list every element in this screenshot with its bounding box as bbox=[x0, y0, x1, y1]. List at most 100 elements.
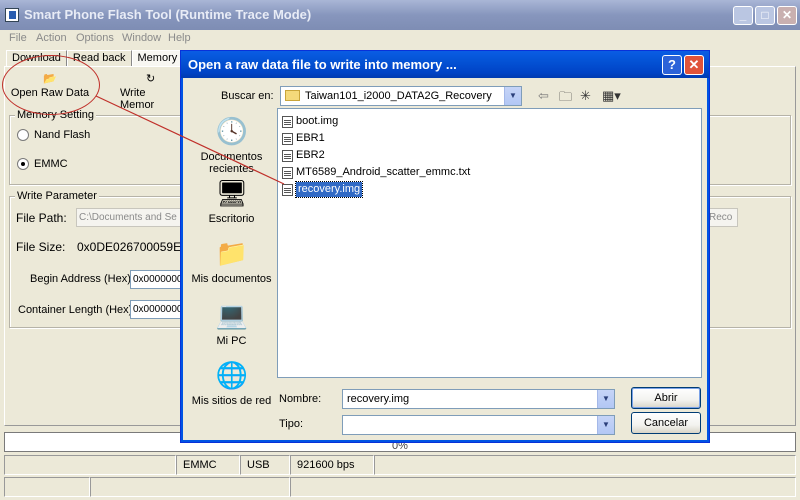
new-folder-icon[interactable]: ✳ bbox=[580, 88, 591, 104]
view-menu-icon[interactable]: ▦▾ bbox=[602, 88, 621, 104]
place-label: Mi PC bbox=[216, 335, 247, 347]
filetype-label: Tipo: bbox=[279, 418, 304, 430]
radio-indicator bbox=[17, 129, 29, 141]
up-folder-icon[interactable]: 🗀 bbox=[559, 88, 572, 110]
file-icon bbox=[282, 166, 293, 179]
tab-download[interactable]: Download bbox=[6, 50, 67, 66]
status-cell bbox=[290, 477, 796, 497]
status-bar: EMMC USB 921600 bps bbox=[4, 455, 796, 475]
status-bar-secondary bbox=[4, 477, 796, 497]
chevron-down-icon: ▼ bbox=[504, 87, 521, 105]
cancel-button[interactable]: Cancelar bbox=[631, 412, 701, 434]
container-length-input[interactable]: 0x0000000 bbox=[130, 300, 186, 319]
look-in-label: Buscar en: bbox=[221, 90, 274, 102]
app-icon bbox=[5, 8, 19, 22]
write-memory-button[interactable]: ↻ Write Memor bbox=[120, 72, 182, 111]
file-path-field[interactable]: C:\Documents and Se bbox=[76, 208, 186, 227]
tab-read-back[interactable]: Read back bbox=[66, 50, 132, 66]
place-label: Mis sitios de red bbox=[191, 395, 272, 407]
network-places-icon: 🌐 bbox=[215, 360, 248, 390]
file-name: boot.img bbox=[296, 115, 339, 127]
back-arrow-icon[interactable]: ⇦ bbox=[538, 88, 549, 104]
place-my-documents[interactable]: 📁 Mis documentos bbox=[188, 237, 275, 285]
list-item-selected[interactable]: recovery.img bbox=[282, 181, 364, 198]
status-cell bbox=[90, 477, 290, 497]
file-list[interactable]: boot.img EBR1 EBR2 MT6589_Android_scatte… bbox=[277, 108, 702, 378]
place-label: Mis documentos bbox=[191, 273, 272, 285]
maximize-button[interactable]: □ bbox=[755, 6, 775, 25]
begin-address-input[interactable]: 0x0000000 bbox=[130, 270, 186, 289]
app-title: Smart Phone Flash Tool (Runtime Trace Mo… bbox=[24, 7, 312, 22]
file-name: recovery.img bbox=[294, 181, 364, 198]
my-computer-icon: 💻 bbox=[215, 300, 248, 330]
status-port: USB bbox=[240, 455, 290, 475]
file-name: EBR1 bbox=[296, 132, 325, 144]
place-network[interactable]: 🌐 Mis sitios de red bbox=[188, 359, 275, 407]
status-baud: 921600 bps bbox=[290, 455, 374, 475]
list-item[interactable]: boot.img bbox=[282, 114, 338, 129]
recent-documents-icon: 🕓 bbox=[215, 116, 248, 146]
file-size-value: 0x0DE026700059E bbox=[77, 240, 182, 254]
main-title-bar: Smart Phone Flash Tool (Runtime Trace Mo… bbox=[0, 0, 800, 30]
menu-window[interactable]: Window bbox=[122, 32, 161, 44]
file-path-field-tail: Reco bbox=[706, 208, 738, 227]
memory-setting-label: Memory Setting bbox=[15, 109, 97, 121]
file-icon bbox=[282, 183, 293, 196]
close-button[interactable]: ✕ bbox=[777, 6, 797, 25]
status-cell bbox=[374, 455, 796, 475]
menu-file[interactable]: File bbox=[9, 32, 27, 44]
status-cell bbox=[4, 455, 176, 475]
nand-flash-radio[interactable]: Nand Flash bbox=[17, 129, 90, 141]
emmc-label: EMMC bbox=[34, 158, 68, 170]
file-icon bbox=[282, 115, 293, 128]
minimize-button[interactable]: _ bbox=[733, 6, 753, 25]
open-raw-data-label: Open Raw Data bbox=[10, 87, 90, 99]
tab-strip: Download Read back Memory Te bbox=[6, 50, 198, 66]
chevron-down-icon: ▼ bbox=[597, 416, 614, 434]
dialog-close-button[interactable]: ✕ bbox=[684, 55, 704, 75]
container-length-label: Container Length (Hex) : bbox=[18, 304, 139, 316]
file-size-label: File Size: bbox=[16, 240, 66, 254]
menu-bar: File Action Options Window Help bbox=[0, 30, 800, 47]
place-my-computer[interactable]: 💻 Mi PC bbox=[188, 299, 275, 347]
open-folder-icon: 📂 bbox=[43, 73, 57, 85]
file-name: EBR2 bbox=[296, 149, 325, 161]
dialog-title-bar: Open a raw data file to write into memor… bbox=[181, 51, 709, 78]
write-parameter-label: Write Parameter bbox=[15, 190, 99, 202]
folder-icon bbox=[285, 90, 300, 101]
file-path-label: File Path: bbox=[16, 211, 67, 225]
filename-input[interactable]: recovery.img ▼ bbox=[342, 389, 615, 409]
file-icon bbox=[282, 149, 293, 162]
place-recent-documents[interactable]: 🕓 Documentos recientes bbox=[188, 115, 275, 175]
filename-label: Nombre: bbox=[279, 393, 322, 405]
open-file-dialog: Open a raw data file to write into memor… bbox=[180, 50, 710, 443]
my-documents-icon: 📁 bbox=[215, 238, 248, 268]
emmc-radio[interactable]: EMMC bbox=[17, 158, 68, 170]
file-name: MT6589_Android_scatter_emmc.txt bbox=[296, 166, 471, 178]
menu-help[interactable]: Help bbox=[168, 32, 191, 44]
list-item[interactable]: EBR2 bbox=[282, 148, 325, 163]
list-item[interactable]: MT6589_Android_scatter_emmc.txt bbox=[282, 165, 470, 180]
place-label: Escritorio bbox=[208, 213, 255, 225]
places-bar: 🕓 Documentos recientes 🖥 Escritorio 📁 Mi… bbox=[188, 109, 275, 437]
chevron-down-icon: ▼ bbox=[597, 390, 614, 408]
status-storage: EMMC bbox=[176, 455, 240, 475]
filetype-dropdown[interactable]: ▼ bbox=[342, 415, 615, 435]
open-button[interactable]: Abrir bbox=[631, 387, 701, 409]
dialog-title: Open a raw data file to write into memor… bbox=[188, 57, 457, 72]
desktop-icon: 🖥 bbox=[215, 178, 249, 208]
look-in-dropdown[interactable]: Taiwan101_i2000_DATA2G_Recovery ▼ bbox=[280, 86, 522, 106]
radio-indicator bbox=[17, 158, 29, 170]
refresh-icon: ↻ bbox=[146, 73, 156, 85]
status-cell bbox=[4, 477, 90, 497]
menu-action[interactable]: Action bbox=[36, 32, 67, 44]
menu-options[interactable]: Options bbox=[76, 32, 114, 44]
write-memory-label: Write Memor bbox=[120, 87, 155, 111]
place-label: Documentos recientes bbox=[200, 151, 263, 175]
dialog-help-button[interactable]: ? bbox=[662, 55, 682, 75]
filename-value: recovery.img bbox=[347, 393, 410, 405]
list-item[interactable]: EBR1 bbox=[282, 131, 325, 146]
place-desktop[interactable]: 🖥 Escritorio bbox=[188, 177, 275, 225]
look-in-value: Taiwan101_i2000_DATA2G_Recovery bbox=[305, 90, 492, 102]
open-raw-data-button[interactable]: 📂 Open Raw Data bbox=[10, 72, 90, 99]
